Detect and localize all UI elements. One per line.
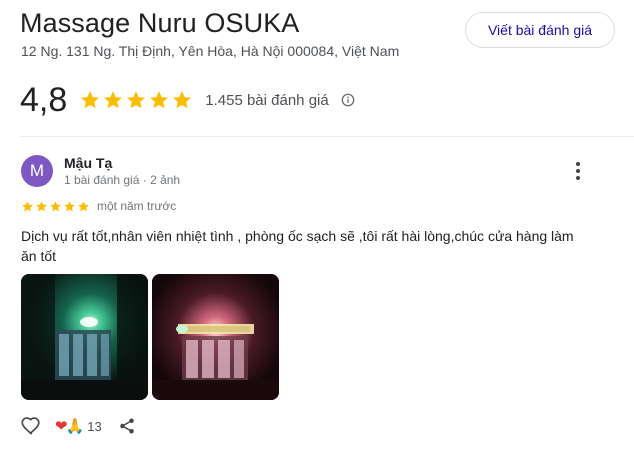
review-stars [21, 200, 90, 213]
share-icon[interactable] [118, 417, 136, 435]
place-title: Massage Nuru OSUKA [20, 8, 300, 38]
rating-stars [79, 89, 193, 111]
place-address: 12 Ng. 131 Ng. Thị Định, Yên Hòa, Hà Nội… [21, 43, 400, 59]
write-review-button[interactable]: Viết bài đánh giá [465, 12, 615, 48]
pray-reaction-icon: 🙏 [65, 417, 85, 435]
star-icon [173, 91, 192, 109]
review-photo[interactable] [21, 274, 148, 400]
star-icon [81, 91, 100, 109]
review-time: một năm trước [97, 199, 177, 213]
review-count: 1.455 bài đánh giá [205, 91, 329, 109]
reviewer-name[interactable]: Mậu Tạ [64, 155, 112, 171]
info-icon[interactable] [341, 93, 355, 107]
rating-summary: 4,8 1.455 bài đánh giá [20, 80, 355, 120]
star-icon [36, 200, 47, 211]
star-icon [127, 91, 146, 109]
star-icon [78, 200, 89, 211]
star-icon [22, 200, 33, 211]
star-icon [50, 200, 61, 211]
review-rating: một năm trước [21, 198, 176, 214]
review-photo[interactable] [152, 274, 279, 400]
rating-value: 4,8 [20, 80, 68, 119]
review-actions: ❤ 🙏 13 [20, 413, 136, 439]
review-text: Dịch vụ rất tốt,nhân viên nhiệt tình , p… [21, 228, 574, 264]
reviewer-meta: 1 bài đánh giá · 2 ảnh [64, 173, 181, 187]
avatar[interactable]: M [21, 155, 53, 187]
divider [20, 136, 634, 137]
star-icon [64, 200, 75, 211]
more-vert-icon[interactable] [568, 160, 588, 182]
reactions[interactable]: ❤ 🙏 13 [55, 419, 102, 434]
star-icon [150, 91, 169, 109]
star-icon [104, 91, 123, 109]
heart-outline-icon[interactable] [20, 415, 42, 437]
reaction-count: 13 [87, 418, 102, 434]
